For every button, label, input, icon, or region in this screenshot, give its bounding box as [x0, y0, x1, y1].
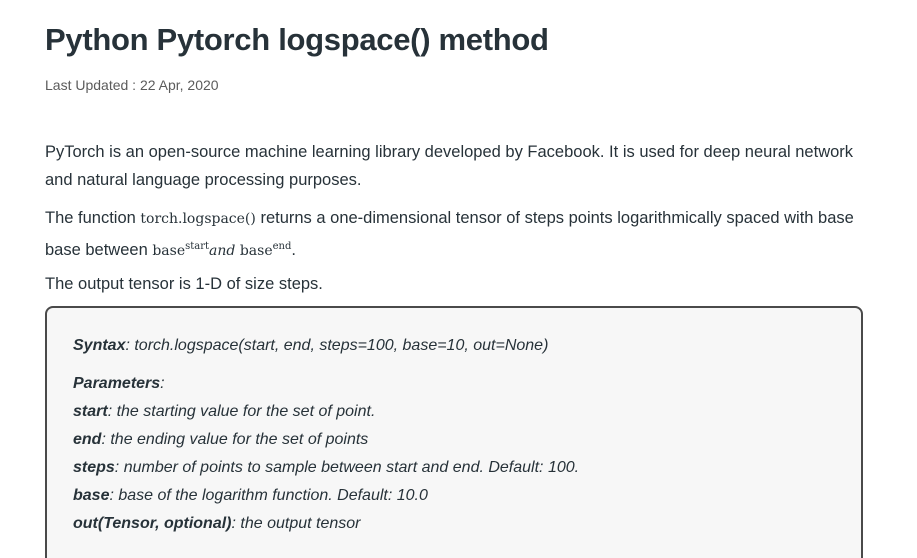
param-desc: : the starting value for the set of poin…	[107, 403, 376, 420]
intro-paragraph: PyTorch is an open-source machine learni…	[45, 143, 854, 189]
syntax-text: : torch.logspace(start, end, steps=100, …	[125, 337, 549, 354]
math-expression: basestartand baseend	[152, 241, 292, 259]
parameters-colon: :	[160, 375, 165, 392]
parameters-label: Parameters	[73, 375, 161, 392]
math-base-end: base	[239, 243, 273, 259]
param-start: start: the starting value for the set of…	[73, 398, 579, 426]
math-base-start: base	[152, 243, 186, 259]
syntax-line: Syntax: torch.logspace(start, end, steps…	[73, 332, 579, 360]
syntax-label: Syntax	[73, 337, 126, 354]
last-updated: Last Updated : 22 Apr, 2020	[45, 77, 219, 93]
syntax-content: Syntax: torch.logspace(start, end, steps…	[73, 332, 579, 538]
math-sup-end: end	[272, 241, 292, 252]
function-paragraph-suffix: .	[291, 241, 296, 259]
param-desc: : number of points to sample between sta…	[114, 459, 580, 476]
parameters-heading: Parameters:	[73, 370, 579, 398]
syntax-box: Syntax: torch.logspace(start, end, steps…	[45, 306, 863, 558]
page-title: Python Pytorch logspace() method	[45, 22, 549, 57]
output-paragraph: The output tensor is 1-D of size steps.	[45, 275, 323, 293]
param-steps: steps: number of points to sample betwee…	[73, 454, 579, 482]
param-name: end	[73, 431, 102, 448]
function-name-code: torch.logspace()	[140, 211, 256, 227]
math-sup-start: start	[185, 241, 210, 252]
math-and: and	[209, 243, 236, 259]
function-paragraph: The function torch.logspace() returns a …	[45, 204, 867, 265]
param-name: start	[73, 403, 108, 420]
param-desc: : base of the logarithm function. Defaul…	[109, 487, 428, 504]
param-desc: : the ending value for the set of points	[101, 431, 369, 448]
param-out: out(Tensor, optional): the output tensor	[73, 510, 579, 538]
param-name: base	[73, 487, 110, 504]
param-desc: : the output tensor	[231, 515, 361, 532]
param-base: base: base of the logarithm function. De…	[73, 482, 579, 510]
param-name: out(Tensor, optional)	[73, 515, 232, 532]
param-end: end: the ending value for the set of poi…	[73, 426, 579, 454]
function-paragraph-prefix: The function	[45, 209, 141, 227]
param-name: steps	[73, 459, 115, 476]
